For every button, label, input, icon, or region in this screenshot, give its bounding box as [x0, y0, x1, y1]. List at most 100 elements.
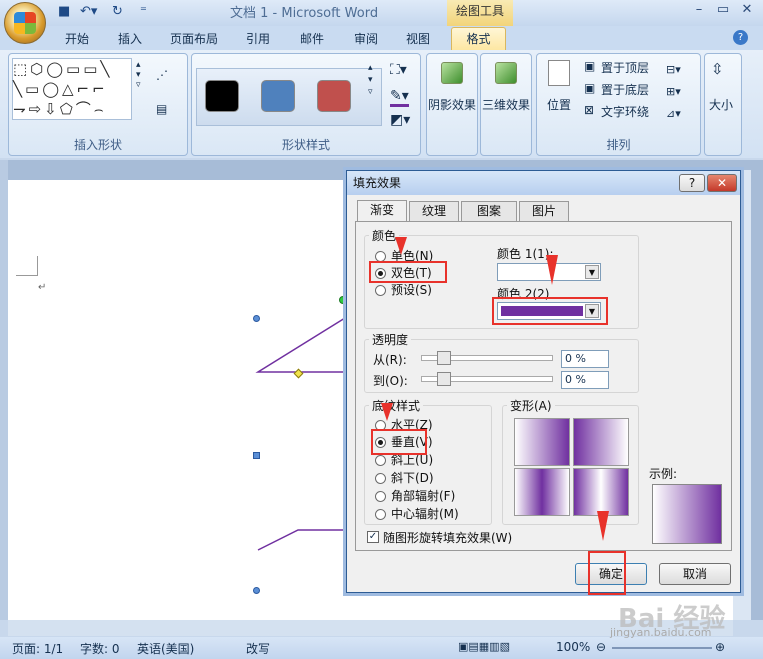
minimize-button[interactable]: – [688, 2, 710, 20]
tab-insert[interactable]: 插入 [118, 30, 142, 48]
preset-label: 预设(S) [391, 283, 432, 297]
tab-mailings[interactable]: 邮件 [300, 30, 324, 48]
red-arrow-icon [395, 237, 407, 255]
bring-to-front-button[interactable]: 置于顶层 [601, 59, 649, 76]
style-swatch-blue[interactable] [261, 80, 295, 112]
help-icon[interactable]: ? [733, 30, 748, 45]
highlight-box [492, 297, 608, 325]
radio-diagonal-down[interactable] [375, 473, 386, 484]
text-wrap-icon: ⊠ [584, 103, 595, 117]
dialog-close-button[interactable]: ✕ [707, 174, 737, 192]
cancel-button[interactable]: 取消 [659, 563, 731, 585]
ribbon-tab-bar [0, 26, 763, 50]
office-button[interactable] [4, 2, 46, 44]
radio-diagonal-up[interactable] [375, 455, 386, 466]
office-logo-icon [14, 12, 36, 34]
to-value[interactable]: 0 % [561, 371, 609, 389]
group-label-shape-styles: 形状样式 [281, 138, 330, 152]
tab-view[interactable]: 视图 [406, 30, 430, 48]
from-label: 从(R): [373, 353, 407, 367]
highlight-box [369, 261, 447, 283]
highlight-box [371, 429, 427, 455]
status-words[interactable]: 字数: 0 [80, 640, 120, 657]
variant-1[interactable] [514, 418, 570, 466]
tab-review[interactable]: 审阅 [354, 30, 378, 48]
edit-shape-icon[interactable]: ⋰ [156, 68, 168, 82]
maximize-button[interactable]: ▭ [712, 2, 734, 20]
align-icons[interactable]: ⊟▾ ⊞▾ ⊿▾ [666, 59, 681, 125]
chevron-down-icon: ▼ [585, 265, 599, 279]
shapes-gallery[interactable]: ⬚⬡◯▭▭╲ ╲▭◯△⌐⌐ ⇁⇨⇩⬠⌒⌢ [12, 58, 132, 120]
transparency-legend: 透明度 [369, 331, 412, 348]
outline-pen-icon[interactable]: ✎▾ [390, 88, 409, 107]
window-title: 文档 1 - Microsoft Word [230, 6, 379, 21]
style-swatch-black[interactable] [205, 80, 239, 112]
fill-bucket-icon[interactable]: ⛶▾ [390, 62, 407, 78]
drawn-shape[interactable] [240, 290, 350, 600]
tab-picture[interactable]: 图片 [519, 201, 569, 221]
sample-preview [652, 484, 722, 544]
tab-references[interactable]: 引用 [246, 30, 270, 48]
from-value[interactable]: 0 % [561, 350, 609, 368]
text-wrap-button[interactable]: 文字环绕 [601, 103, 649, 120]
selection-handle[interactable] [253, 587, 260, 594]
undo-icon[interactable]: ↶▾ [80, 4, 97, 20]
selection-handle[interactable] [253, 452, 260, 459]
radio-from-corner[interactable] [375, 491, 386, 502]
status-language[interactable]: 英语(美国) [137, 640, 194, 657]
zoom-out-icon[interactable]: ⊖ [596, 640, 606, 654]
change-shape-icon[interactable]: ◩▾ [390, 112, 410, 128]
tab-pattern[interactable]: 图案 [461, 201, 517, 221]
zoom-in-icon[interactable]: ⊕ [715, 640, 725, 654]
variants-legend: 变形(A) [507, 397, 555, 414]
variant-4[interactable] [573, 468, 629, 516]
group-label-insert-shapes: 插入形状 [73, 138, 122, 152]
radio-preset[interactable] [375, 285, 386, 296]
variant-2[interactable] [573, 418, 629, 466]
tab-page-layout[interactable]: 页面布局 [170, 30, 218, 48]
radio-from-center[interactable] [375, 509, 386, 520]
watermark-url: jingyan.baidu.com [610, 626, 712, 639]
bring-to-front-icon: ▣ [584, 59, 596, 73]
position-button[interactable]: 位置 [547, 96, 571, 113]
zoom-slider[interactable] [612, 647, 712, 649]
tab-home[interactable]: 开始 [65, 30, 89, 48]
shading-legend: 底纹样式 [369, 397, 424, 414]
tab-gradient[interactable]: 渐变 [357, 200, 407, 222]
gallery-scroll-icon[interactable]: ▴ ▾ ▿ [136, 60, 141, 90]
redo-icon[interactable]: ↻ [112, 4, 123, 20]
tab-texture[interactable]: 纹理 [409, 201, 459, 221]
style-gallery-scroll-icon[interactable]: ▴ ▾ ▿ [368, 62, 373, 98]
tab-format[interactable]: 格式 [451, 27, 506, 51]
position-icon [548, 60, 570, 86]
dialog-help-button[interactable]: ? [679, 174, 705, 192]
send-to-back-icon: ▣ [584, 81, 596, 95]
close-button[interactable]: ✕ [736, 2, 758, 20]
to-slider-thumb[interactable] [437, 372, 451, 386]
save-icon[interactable]: ■ [58, 4, 70, 20]
size-icon: ⇳ [711, 60, 724, 78]
selection-handle[interactable] [253, 315, 260, 322]
shadow-effect-button[interactable]: 阴影效果 [428, 96, 476, 113]
status-page[interactable]: 页面: 1/1 [12, 640, 63, 657]
view-buttons-icon[interactable]: ▣▤▦▥▧ [458, 640, 510, 653]
rotate-checkbox[interactable]: ✓ [367, 531, 379, 543]
status-mode[interactable]: 改写 [246, 640, 270, 657]
zoom-level[interactable]: 100% [556, 640, 590, 654]
diagonal-down-label: 斜下(D) [391, 471, 434, 485]
text-box-icon[interactable]: ▤ [156, 102, 167, 116]
3d-effect-button[interactable]: 三维效果 [482, 96, 530, 113]
qat-customize-icon[interactable]: ⁼ [140, 4, 147, 20]
sample-label: 示例: [649, 467, 678, 481]
drawing-tools-context-label: 绘图工具 [447, 0, 513, 26]
send-to-back-button[interactable]: 置于底层 [601, 81, 649, 98]
3d-effect-icon [495, 62, 517, 84]
style-swatch-red[interactable] [317, 80, 351, 112]
vertical-ruler [0, 160, 8, 620]
size-button[interactable]: 大小 [709, 96, 733, 113]
group-label-arrange: 排列 [606, 138, 631, 152]
variant-3[interactable] [514, 468, 570, 516]
rotate-checkbox-label: 随图形旋转填充效果(W) [383, 531, 513, 545]
to-label: 到(O): [373, 374, 408, 388]
from-slider-thumb[interactable] [437, 351, 451, 365]
